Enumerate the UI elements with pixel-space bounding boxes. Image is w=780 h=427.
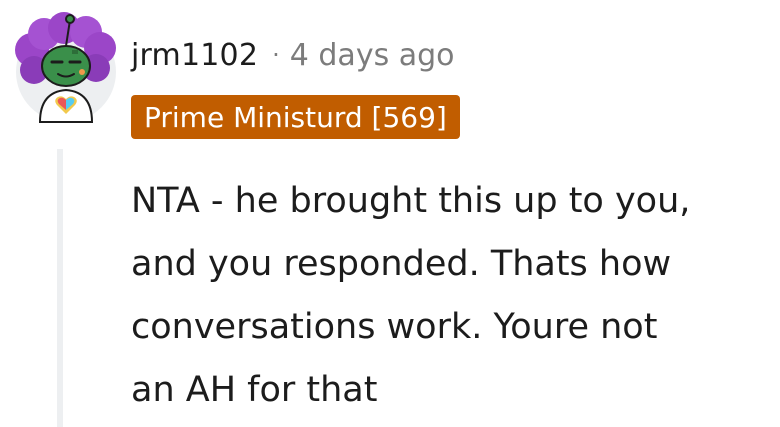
timestamp-link[interactable]: 4 days ago — [290, 38, 455, 73]
user-avatar[interactable] — [6, 10, 126, 125]
comment-body: NTA - he brought this up to you, and you… — [131, 170, 771, 422]
comment: jrm1102 · 4 days ago Prime Ministurd [56… — [0, 0, 780, 427]
meta-separator: · — [272, 41, 280, 69]
comment-body-line: and you responded. Thats how — [131, 244, 672, 284]
username-link[interactable]: jrm1102 — [131, 38, 258, 73]
snoo-avatar-icon — [15, 12, 116, 123]
comment-body-line: conversations work. Youre not — [131, 307, 658, 347]
user-flair: Prime Ministurd [569] — [131, 95, 460, 139]
comment-header: jrm1102 · 4 days ago — [131, 33, 455, 77]
comment-body-line: NTA - he brought this up to you, — [131, 181, 691, 221]
comment-body-line: an AH for that — [131, 370, 378, 410]
flair-text: Prime Ministurd [569] — [144, 100, 447, 134]
thread-collapse-line[interactable] — [57, 149, 63, 427]
